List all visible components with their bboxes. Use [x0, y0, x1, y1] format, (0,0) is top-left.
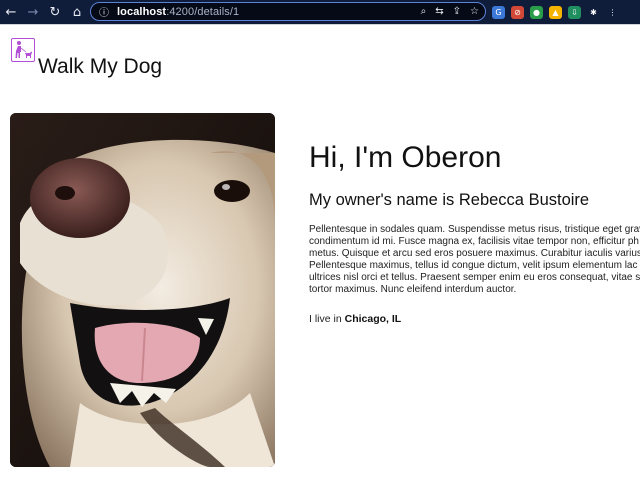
browser-toolbar: ← → ↻ ⌂ ⓘ localhost:4200/details/1 ⌕ ⇆ ⇪… — [0, 0, 640, 24]
url-path: :4200/details/1 — [166, 5, 240, 18]
dog-photo — [10, 113, 275, 467]
address-bar[interactable]: ⓘ localhost:4200/details/1 ⌕ ⇆ ⇪ ☆ — [90, 2, 486, 21]
location-line: I live in Chicago, IL — [309, 313, 401, 325]
menu-icon[interactable]: ⋮ — [606, 5, 619, 19]
address-bar-actions: ⌕ ⇆ ⇪ ☆ — [421, 3, 479, 20]
bookmark-star-icon[interactable]: ☆ — [470, 6, 479, 17]
blocker-icon[interactable]: ⊘ — [511, 5, 524, 19]
description-line: Pellentesque maximus, tellus id congue d… — [309, 260, 638, 271]
dog-description: Pellentesque in sodales quam. Suspendiss… — [309, 224, 640, 304]
forward-icon[interactable]: → — [22, 0, 44, 24]
owner-name: My owner's name is Rebecca Bustoire — [309, 191, 590, 209]
puzzle-icon[interactable]: ✱ — [587, 5, 600, 19]
description-line: ultrices nisl orci et tellus. Praesent s… — [309, 272, 640, 283]
extension-green-icon[interactable]: ● — [530, 5, 543, 19]
download-icon[interactable]: ⇩ — [568, 5, 581, 19]
brand-title[interactable]: Walk My Dog — [38, 54, 162, 80]
location-prefix: I live in — [309, 313, 345, 325]
share-icon[interactable]: ⇪ — [453, 6, 461, 17]
location-city: Chicago, IL — [344, 313, 402, 325]
toolbar-divider — [0, 24, 640, 25]
dog-greeting: Hi, I'm Oberon — [309, 141, 502, 174]
site-info-icon[interactable]: ⓘ — [95, 4, 113, 19]
google-translate-icon[interactable]: G — [492, 5, 505, 19]
translate-icon[interactable]: ⇆ — [435, 6, 443, 17]
url-host: localhost — [117, 5, 167, 18]
description-line: condimentum id mi. Fusce magna ex, facil… — [309, 236, 639, 247]
home-icon[interactable]: ⌂ — [66, 0, 88, 24]
search-icon[interactable]: ⌕ — [421, 6, 427, 17]
url-text[interactable]: localhost:4200/details/1 — [117, 6, 239, 18]
description-line: Pellentesque in sodales quam. Suspendiss… — [309, 224, 640, 235]
extensions-bar: G ⊘ ● ▲ ⇩ ✱ ⋮ — [492, 0, 619, 24]
reload-icon[interactable]: ↻ — [44, 0, 66, 24]
back-icon[interactable]: ← — [0, 0, 22, 24]
drive-icon[interactable]: ▲ — [549, 5, 562, 19]
description-line: metus. Quisque et arcu sed eros posuere … — [309, 248, 640, 259]
dog-walker-icon[interactable] — [11, 38, 35, 62]
description-line: tortor maximus. Nunc eleifend interdum a… — [309, 284, 517, 295]
